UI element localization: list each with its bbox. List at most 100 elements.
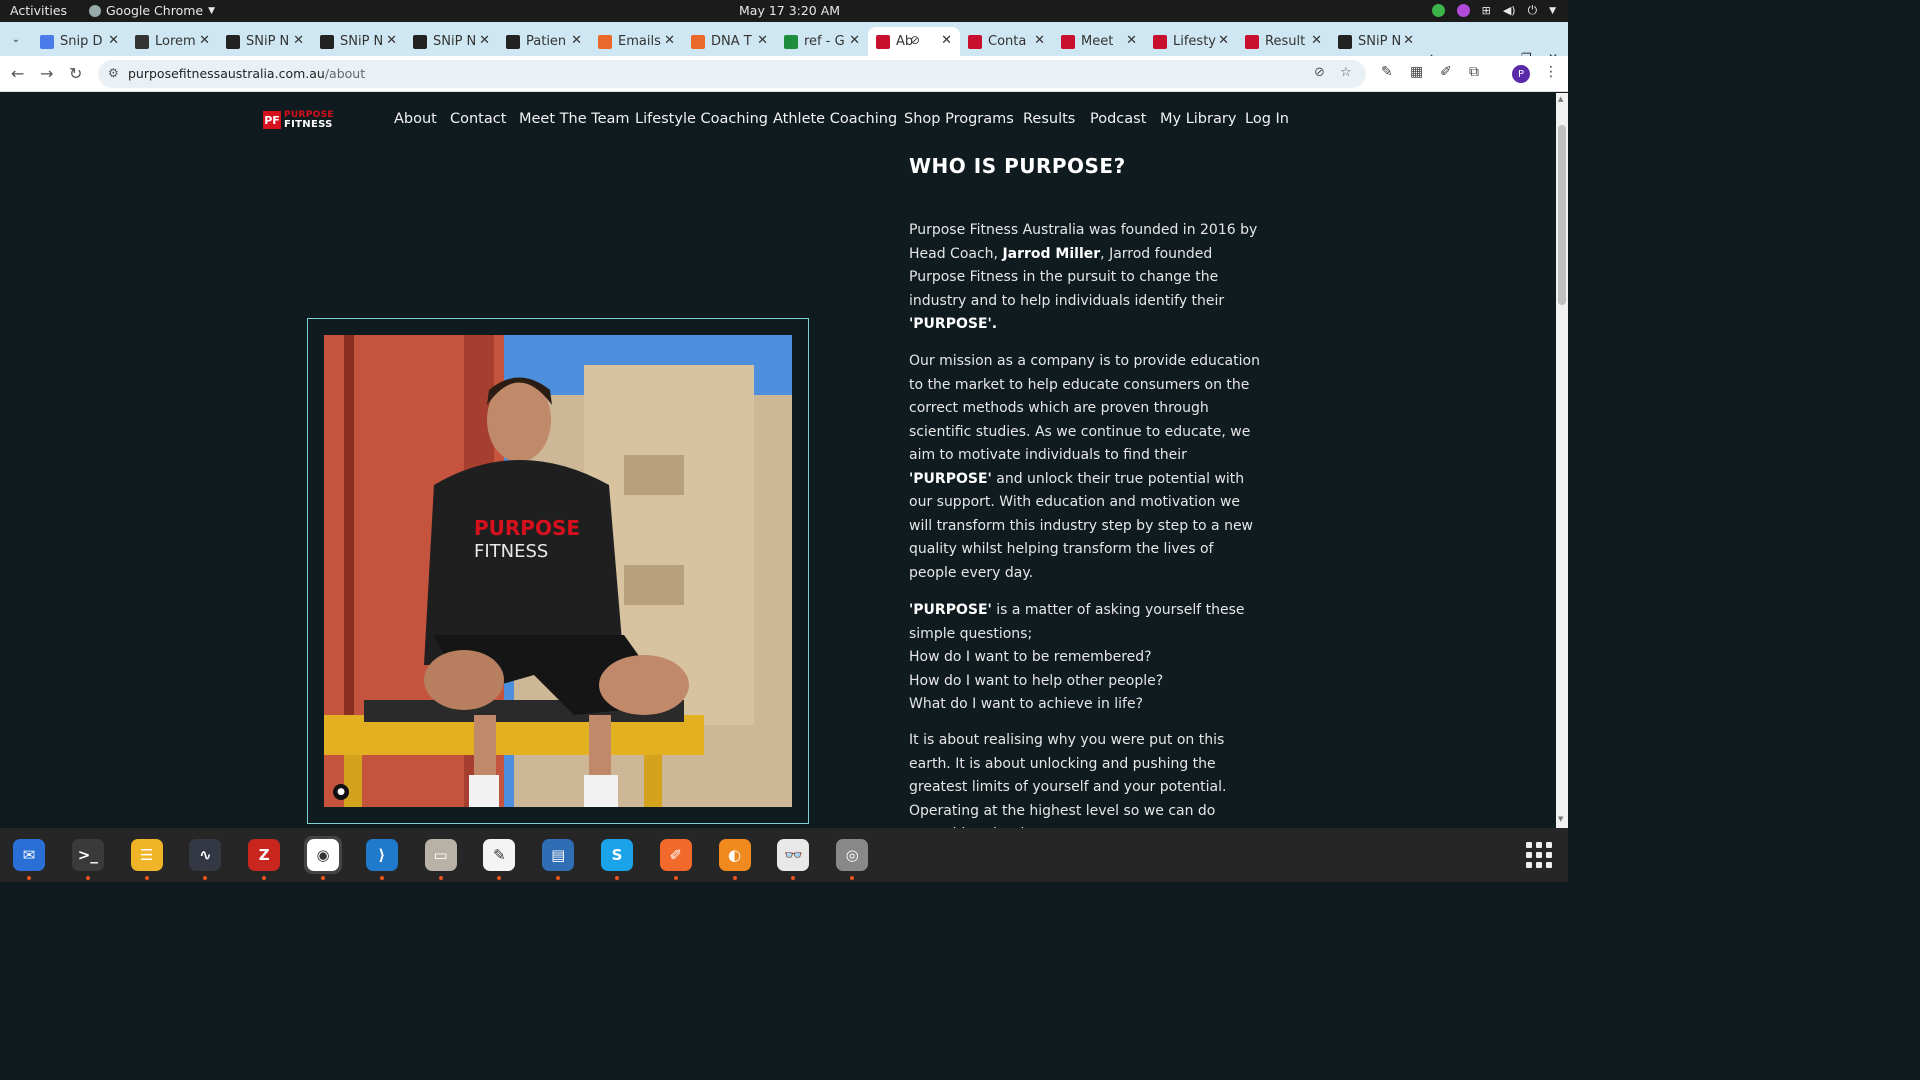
skype-icon[interactable]: S [598, 836, 636, 880]
site-logo[interactable]: PF PURPOSE FITNESS [263, 110, 347, 130]
tab-title: SNiP N [1358, 34, 1402, 49]
disk-icon[interactable]: ◎ [833, 836, 871, 880]
tab-close-icon[interactable]: ✕ [941, 33, 952, 48]
browser-tab[interactable]: Lifesty ✕ [1145, 27, 1237, 56]
notes-icon[interactable]: ☰ [128, 836, 166, 880]
tab-close-icon[interactable]: ✕ [1218, 33, 1229, 48]
tab-close-icon[interactable]: ✕ [571, 33, 582, 48]
bookmark-star-icon[interactable]: ☆ [1340, 65, 1352, 80]
chrome-icon[interactable]: ◉ [304, 836, 342, 880]
svg-text:FITNESS: FITNESS [474, 541, 548, 562]
tab-search-button[interactable]: ⌄ [6, 29, 26, 49]
vscode-icon[interactable]: ⟩ [363, 836, 401, 880]
profile-avatar[interactable]: P [1512, 65, 1530, 83]
photo-credit-icon[interactable]: ● [333, 784, 349, 800]
burn-icon[interactable]: ◐ [716, 836, 754, 880]
browser-tab[interactable]: Lorem ✕ [127, 27, 218, 56]
kebab-menu-icon[interactable]: ⋮ [1544, 64, 1558, 80]
thunderbird-icon[interactable]: ✉ [10, 836, 48, 880]
nav-log-in[interactable]: Log In [1245, 111, 1289, 127]
emails-icon [598, 34, 612, 49]
tab-close-icon[interactable]: ✕ [293, 33, 304, 48]
scrollbar-thumb[interactable] [1558, 125, 1566, 305]
browser-tab[interactable]: Emails ✕ [590, 27, 683, 56]
browser-tab[interactable]: SNiP N ✕ [312, 27, 405, 56]
reload-button[interactable]: ↻ [69, 64, 82, 83]
postman-icon[interactable]: ✐ [657, 836, 695, 880]
eye-off-icon[interactable]: ⊘ [1314, 65, 1325, 80]
browser-tab[interactable]: SNiP N ✕ [1330, 27, 1422, 56]
filezilla-icon[interactable]: Z [245, 836, 283, 880]
nav-lifestyle-coaching[interactable]: Lifestyle Coaching [635, 111, 768, 127]
tab-close-icon[interactable]: ✕ [479, 33, 490, 48]
color-app-icon[interactable] [1456, 4, 1470, 17]
tab-title: Snip D [60, 34, 103, 49]
address-bar[interactable]: ⚙ purposefitnessaustralia.com.au/about ⊘… [98, 60, 1366, 88]
activities-button[interactable]: Activities [10, 3, 67, 18]
tab-close-icon[interactable]: ✕ [664, 33, 675, 48]
nav-results[interactable]: Results [1023, 111, 1075, 127]
tab-close-icon[interactable]: ✕ [1311, 33, 1322, 48]
document-viewer-icon-glyph: ▤ [542, 839, 575, 871]
system-tray[interactable]: ⊞ ◀) ⏻ ▼ [1431, 3, 1556, 18]
files-icon[interactable]: ▭ [422, 836, 460, 880]
network-icon[interactable]: ⊞ [1482, 4, 1491, 17]
page-scrollbar[interactable]: ▲ ▼ [1556, 93, 1568, 828]
show-apps-grid-icon[interactable] [1526, 842, 1552, 868]
tab-close-icon[interactable]: ✕ [199, 33, 210, 48]
power-icon[interactable]: ⏻ [1528, 3, 1538, 18]
back-button[interactable]: ← [11, 64, 24, 83]
tab-close-icon[interactable]: ✕ [1126, 33, 1137, 48]
system-monitor-icon[interactable]: ∿ [186, 836, 224, 880]
tab-close-icon[interactable]: ✕ [386, 33, 397, 48]
nav-athlete-coaching[interactable]: Athlete Coaching [773, 111, 897, 127]
app-menu[interactable]: Google Chrome ▼ [89, 3, 215, 18]
document-viewer-icon[interactable]: ▤ [539, 836, 577, 880]
text-editor-icon[interactable]: ✎ [480, 836, 518, 880]
chevron-down-icon[interactable]: ▼ [1549, 6, 1556, 16]
tab-close-icon[interactable]: ✕ [849, 33, 860, 48]
purpose-icon [1245, 34, 1259, 49]
terminal-icon[interactable]: >_ [69, 836, 107, 880]
tab-close-icon[interactable]: ✕ [108, 33, 119, 48]
nav-shop-programs[interactable]: Shop Programs [904, 111, 1014, 127]
tab-close-icon[interactable]: ✕ [757, 33, 768, 48]
tab-close-icon[interactable]: ✕ [1403, 33, 1414, 48]
eyedropper-extension-icon[interactable]: ✎ [1381, 64, 1393, 80]
realising-paragraph: It is about realising why you were put o… [909, 729, 1264, 828]
browser-tab[interactable]: Meet ✕ [1053, 27, 1145, 56]
tab-close-icon[interactable]: ✕ [1034, 33, 1045, 48]
question-2: How do I want to help other people? [909, 672, 1164, 689]
browser-tab[interactable]: Patien ✕ [498, 27, 590, 56]
clock[interactable]: May 17 3:20 AM [739, 3, 840, 18]
nav-about[interactable]: About [394, 111, 437, 127]
scroll-up-arrow-icon[interactable]: ▲ [1558, 95, 1563, 103]
founder-photo-illustration: PURPOSE FITNESS [324, 335, 792, 807]
nav-meet-the-team[interactable]: Meet The Team [519, 111, 630, 127]
purpose-emphasis: 'PURPOSE'. [909, 316, 998, 332]
calendar-extension-icon[interactable]: ▦ [1410, 64, 1423, 80]
volume-icon[interactable]: ◀) [1503, 4, 1516, 17]
nav-podcast[interactable]: Podcast [1090, 111, 1146, 127]
extensions-puzzle-icon[interactable]: ⧉ [1469, 64, 1479, 80]
browser-tab[interactable]: Result ✕ [1237, 27, 1330, 56]
nav-contact[interactable]: Contact [450, 111, 506, 127]
scroll-down-arrow-icon[interactable]: ▼ [1558, 815, 1563, 823]
site-info-icon[interactable]: ⚙ [108, 66, 119, 80]
browser-tab[interactable]: SNiP N ✕ [405, 27, 498, 56]
running-indicator [203, 876, 208, 880]
screen-reader-icon[interactable]: 👓 [774, 836, 812, 880]
browser-tab[interactable]: Snip D ✕ [32, 27, 127, 56]
pen-extension-icon[interactable]: ✐ [1440, 64, 1452, 80]
tab-muted-icon[interactable]: ⊘ [910, 33, 920, 47]
forward-button[interactable]: → [40, 64, 53, 83]
status-check-icon[interactable] [1431, 4, 1445, 17]
nav-my-library[interactable]: My Library [1160, 111, 1236, 127]
url-text[interactable]: purposefitnessaustralia.com.au/about [128, 66, 365, 81]
browser-tab[interactable]: Ab ✕ ⊘ [868, 27, 960, 56]
browser-tab[interactable]: ref - G ✕ [776, 27, 868, 56]
browser-tab[interactable]: DNA T ✕ [683, 27, 776, 56]
browser-tab[interactable]: Conta ✕ [960, 27, 1053, 56]
browser-tab[interactable]: SNiP N ✕ [218, 27, 312, 56]
purpose-icon [1153, 34, 1167, 49]
